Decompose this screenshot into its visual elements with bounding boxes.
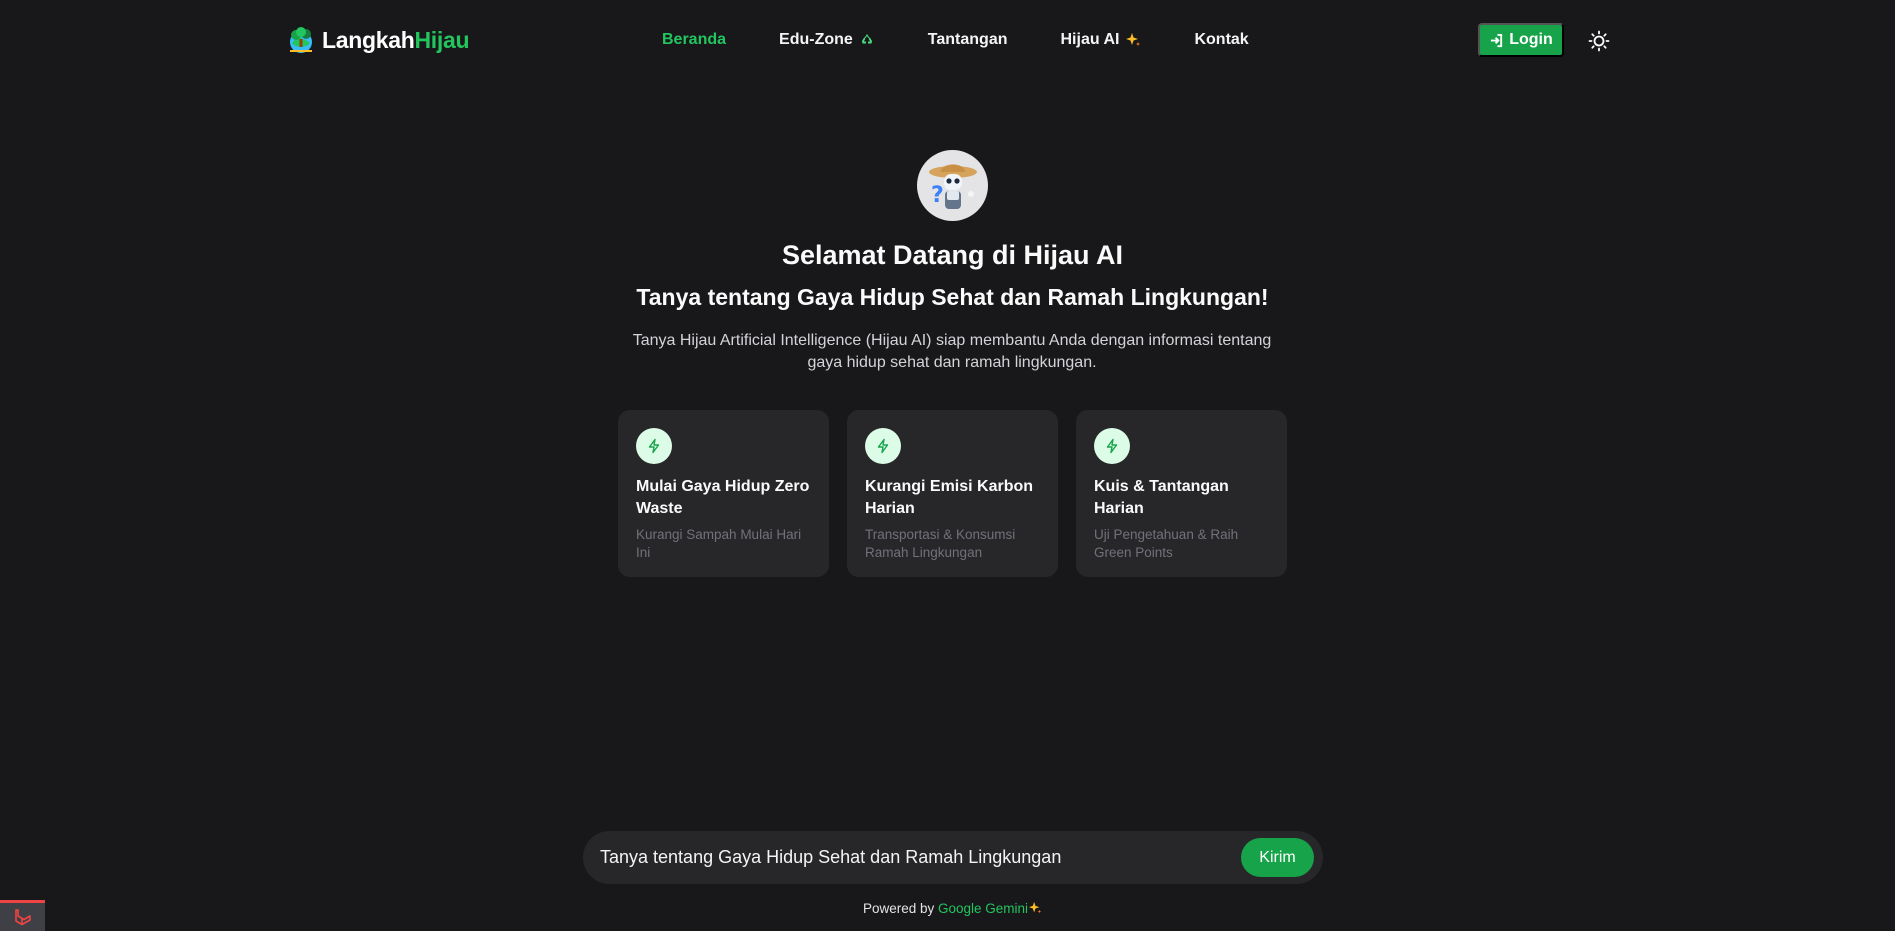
navbar: LangkahHijau Beranda Edu-Zone Tantangan … [0,0,1895,80]
hero-description: Tanya Hijau Artificial Intelligence (Hij… [632,332,1272,371]
chat-bar: Kirim [583,831,1323,884]
nav-item-tantangan[interactable]: Tantangan [928,31,1008,49]
brand-logo[interactable]: LangkahHijau [286,24,470,56]
suggestion-card-zero-waste[interactable]: Mulai Gaya Hidup Zero Waste Kurangi Samp… [618,410,829,577]
debugbar-toggle[interactable] [0,900,45,931]
nav-item-kontak[interactable]: Kontak [1194,31,1248,49]
card-icon-wrap [865,428,901,464]
card-title: Kuis & Tantangan Harian [1094,478,1229,517]
nav-item-label: Tantangan [927,31,1008,48]
nav-item-hijau-ai[interactable]: Hijau AI [1061,31,1142,49]
hijau-ai-avatar: ? [917,150,988,221]
nav-item-beranda[interactable]: Beranda [662,31,726,49]
login-label: Login [1509,31,1553,48]
card-title: Mulai Gaya Hidup Zero Waste [636,478,810,517]
svg-text:?: ? [931,183,944,208]
bolt-icon [1106,438,1118,454]
powered-brand-link[interactable]: Google Gemini [938,901,1028,916]
suggestion-card-carbon[interactable]: Kurangi Emisi Karbon Harian Transportasi… [847,410,1058,577]
bolt-icon [877,438,889,454]
brand-name-part1: Langkah [322,26,415,53]
suggestion-card-quiz[interactable]: Kuis & Tantangan Harian Uji Pengetahuan … [1076,410,1287,577]
card-title: Kurangi Emisi Karbon Harian [865,478,1034,517]
laravel-icon [14,909,31,926]
nav-item-label: Kontak [1194,31,1249,48]
theme-toggle[interactable] [1587,29,1611,53]
sun-icon [1588,30,1610,52]
recycle-icon [861,34,872,44]
suggestion-cards: Mulai Gaya Hidup Zero Waste Kurangi Samp… [618,410,1287,577]
nav-item-label: Beranda [662,31,727,48]
brand-name: LangkahHijau [322,26,470,54]
brand-name-part2: Hijau [414,26,470,53]
main-nav: Beranda Edu-Zone Tantangan Hijau AI Kont… [662,29,1249,51]
robot-farmer-avatar: ? [929,164,977,209]
chat-input[interactable] [600,831,1220,884]
powered-prefix: Powered by [862,901,935,916]
card-subtitle: Transportasi & Konsumsi Ramah Lingkungan [865,527,1016,560]
nav-item-label: Edu-Zone [779,31,853,48]
send-button[interactable]: Kirim [1241,838,1314,877]
card-subtitle: Uji Pengetahuan & Raih Green Points [1094,527,1239,560]
globe-tree-icon [290,27,312,53]
hero-title: Selamat Datang di Hijau AI [781,240,1124,270]
nav-item-label: Hijau AI [1060,31,1120,48]
bolt-icon [648,438,660,454]
card-icon-wrap [1094,428,1130,464]
hero-subtitle: Tanya tentang Gaya Hidup Sehat dan Ramah… [636,284,1269,310]
sparkles-icon [1028,901,1042,914]
sign-in-icon [1491,33,1503,47]
card-icon-wrap [636,428,672,464]
card-subtitle: Kurangi Sampah Mulai Hari Ini [636,527,802,560]
sparkles-icon [1126,33,1141,46]
powered-by: Powered by Google Gemini [0,901,1895,916]
nav-item-edu-zone[interactable]: Edu-Zone [779,31,875,49]
login-button[interactable]: Login [1478,23,1564,57]
